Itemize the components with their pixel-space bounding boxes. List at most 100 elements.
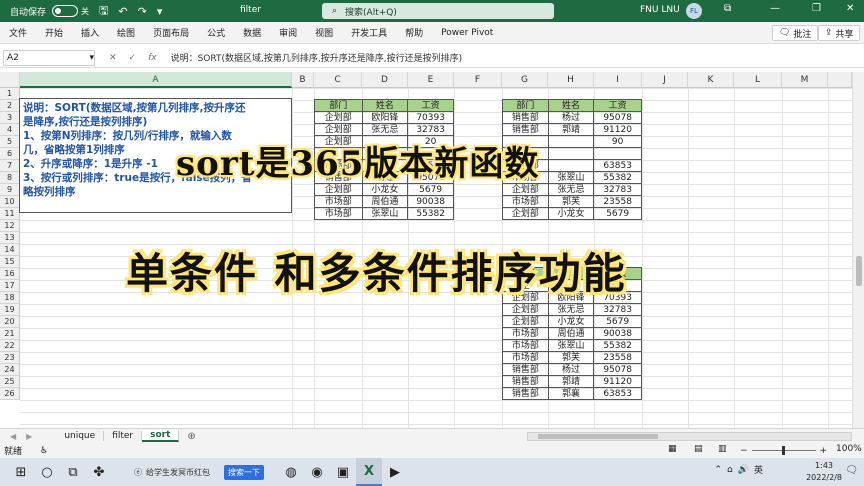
table-cell[interactable]: 企划部 — [314, 111, 363, 124]
row-header[interactable]: 15 — [0, 256, 20, 268]
row-header[interactable]: 23 — [0, 352, 20, 364]
column-header-n[interactable] — [828, 72, 852, 88]
table-cell[interactable]: 销售部 — [502, 111, 549, 124]
table-cell[interactable]: 杨过 — [547, 111, 595, 124]
add-sheet-icon[interactable]: ⊕ — [187, 431, 195, 442]
select-all-corner[interactable] — [0, 72, 20, 88]
table-cell[interactable]: 23558 — [593, 351, 642, 364]
close-icon[interactable]: ✕ — [846, 3, 854, 14]
table-cell[interactable]: 市场部 — [502, 195, 549, 208]
tray-expand-icon[interactable]: ⌃ — [715, 465, 723, 475]
table-cell[interactable]: 企划部 — [314, 123, 363, 136]
table-cell[interactable] — [593, 147, 642, 160]
comments-button[interactable]: 🗨 批注 — [772, 25, 819, 41]
row-header[interactable]: 9 — [0, 184, 20, 196]
table-cell[interactable]: 企划部 — [502, 303, 549, 316]
table-cell[interactable]: 杨过 — [547, 363, 595, 376]
row-header[interactable]: 14 — [0, 244, 20, 256]
table-cell[interactable]: 63853 — [593, 387, 642, 400]
header-dept[interactable]: 部门 — [502, 99, 549, 112]
table-cell[interactable]: 郭芙 — [547, 351, 595, 364]
table-cell[interactable]: 90038 — [407, 195, 454, 208]
table-cell[interactable]: 销售部 — [502, 363, 549, 376]
column-header-j[interactable]: J — [642, 72, 688, 88]
column-header-l[interactable]: L — [734, 72, 782, 88]
table-cell[interactable]: 企划部 — [314, 183, 363, 196]
column-header-d[interactable]: D — [362, 72, 408, 88]
column-header-i[interactable]: I — [594, 72, 642, 88]
table-cell[interactable] — [547, 159, 595, 172]
row-header[interactable]: 13 — [0, 232, 20, 244]
tab-power-pivot[interactable]: Power Pivot — [432, 28, 502, 38]
toolbox-icon[interactable]: ▣ — [330, 458, 356, 486]
column-header-g[interactable]: G — [502, 72, 548, 88]
table-cell[interactable]: 市场部 — [314, 207, 363, 220]
table-cell[interactable]: 63853 — [593, 159, 642, 172]
ime-indicator[interactable]: 英 — [754, 463, 763, 476]
table-cell[interactable]: 小龙女 — [547, 315, 595, 328]
table-cell[interactable]: 周伯通 — [547, 327, 595, 340]
sheet-tab-filter[interactable]: filter — [104, 431, 143, 441]
table-cell[interactable]: 91120 — [593, 123, 642, 136]
sheet-tab-unique[interactable]: unique — [56, 431, 105, 441]
zoom-slider[interactable]: − + — [740, 446, 830, 456]
row-header[interactable]: 2 — [0, 100, 20, 112]
tab-formulas[interactable]: 公式 — [198, 26, 234, 39]
column-header-e[interactable]: E — [408, 72, 454, 88]
tab-home[interactable]: 开始 — [36, 26, 72, 39]
start-icon[interactable]: ⊞ — [8, 458, 34, 486]
table-cell[interactable]: 23558 — [593, 195, 642, 208]
taskbar-search-button[interactable]: 搜索一下 — [224, 464, 264, 480]
column-header-f[interactable]: F — [454, 72, 502, 88]
table-cell[interactable]: 张无忌 — [547, 183, 595, 196]
zoom-in-icon[interactable]: + — [820, 446, 828, 456]
table-cell[interactable]: 销售部 — [502, 375, 549, 388]
tab-page-layout[interactable]: 页面布局 — [144, 26, 198, 39]
row-header[interactable]: 20 — [0, 316, 20, 328]
table-cell[interactable]: 55382 — [593, 171, 642, 184]
column-header-k[interactable]: K — [688, 72, 734, 88]
horizontal-scrollbar[interactable] — [527, 432, 852, 441]
row-header[interactable]: 17 — [0, 280, 20, 292]
column-header-c[interactable]: C — [314, 72, 362, 88]
vertical-scrollbar[interactable] — [852, 72, 864, 428]
table-cell[interactable]: 95078 — [593, 111, 642, 124]
insert-function-icon[interactable]: fx — [148, 53, 157, 63]
table-cell[interactable]: 张翠山 — [547, 171, 595, 184]
edge-browser-icon[interactable]: ◍ — [278, 458, 304, 486]
user-name[interactable]: FNU LNU — [640, 5, 680, 15]
table-cell[interactable]: 周伯通 — [361, 195, 409, 208]
name-box[interactable]: A2 ▾ — [3, 49, 95, 66]
avatar[interactable]: FL — [686, 3, 702, 19]
clock[interactable]: 1:43 2022/2/8 — [806, 460, 842, 484]
column-header-m[interactable]: M — [782, 72, 828, 88]
row-header[interactable]: 25 — [0, 376, 20, 388]
tab-developer[interactable]: 开发工具 — [342, 26, 396, 39]
row-header[interactable]: 11 — [0, 208, 20, 220]
excel-icon[interactable]: X — [356, 458, 382, 486]
tab-view[interactable]: 视图 — [306, 26, 342, 39]
redo-icon[interactable]: ↷ — [138, 5, 147, 18]
row-header[interactable]: 7 — [0, 160, 20, 172]
row-header[interactable]: 6 — [0, 148, 20, 160]
table-cell[interactable]: 5679 — [407, 183, 454, 196]
table-cell[interactable]: 郭襄 — [547, 387, 595, 400]
header-salary[interactable]: 工资 — [593, 99, 642, 112]
chevron-down-icon[interactable]: ▾ — [89, 53, 94, 63]
table-cell[interactable]: 企划部 — [502, 183, 549, 196]
row-header[interactable]: 16 — [0, 268, 20, 280]
table-cell[interactable]: 张无忌 — [547, 303, 595, 316]
header-dept[interactable]: 部门 — [314, 99, 363, 112]
table-cell[interactable]: 销售部 — [502, 123, 549, 136]
row-header[interactable]: 22 — [0, 340, 20, 352]
row-header[interactable]: 24 — [0, 364, 20, 376]
normal-view-icon[interactable]: ▦ — [668, 444, 677, 454]
table-cell[interactable]: 企划部 — [502, 207, 549, 220]
page-layout-view-icon[interactable]: ▤ — [694, 444, 703, 454]
ribbon-display-icon[interactable]: ⧉ — [724, 3, 731, 14]
autosave-toggle[interactable] — [52, 5, 79, 17]
taskbar-search-box[interactable]: ⓔ 给学生发冥币红包 — [134, 463, 224, 481]
table-cell[interactable]: 5679 — [593, 315, 642, 328]
table-cell[interactable]: 市场部 — [314, 195, 363, 208]
task-view-icon[interactable]: ⧉ — [60, 458, 86, 486]
